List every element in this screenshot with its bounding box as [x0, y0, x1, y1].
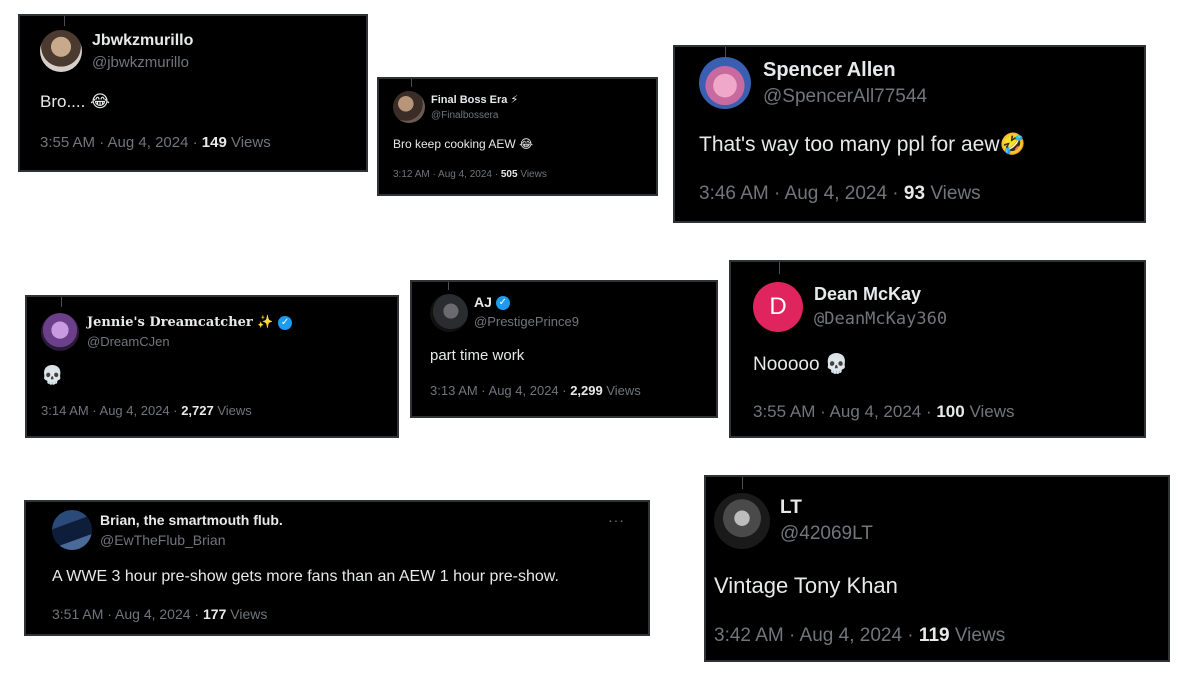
tweet-meta: 3:14 AM · Aug 4, 2024 · 2,727 Views — [41, 403, 252, 418]
user-handle[interactable]: @Finalbossera — [431, 110, 498, 121]
tweet-meta: 3:13 AM · Aug 4, 2024 · 2,299 Views — [430, 383, 641, 398]
lightning-emoji-icon: ⚡ — [510, 94, 519, 106]
display-name[interactable]: Dean McKay — [814, 284, 921, 305]
views-label: Views — [964, 402, 1015, 421]
more-options-icon[interactable]: ··· — [608, 512, 625, 528]
tweet-card-brian[interactable]: Brian, the smartmouth flub. @EwTheFlub_B… — [24, 500, 650, 636]
display-name-text: Jennie's Dreamcatcher — [87, 315, 253, 330]
display-name[interactable]: Brian, the smartmouth flub. — [100, 512, 283, 528]
skull-emoji-icon: 💀 — [41, 365, 64, 385]
divider — [448, 282, 449, 290]
divider — [725, 47, 726, 57]
user-handle[interactable]: @EwTheFlub_Brian — [100, 532, 226, 548]
user-handle[interactable]: @42069LT — [780, 523, 873, 545]
avatar[interactable] — [40, 30, 82, 72]
avatar[interactable] — [714, 493, 770, 549]
avatar[interactable] — [41, 313, 79, 351]
display-name[interactable]: Jbwkzmurillo — [92, 32, 193, 50]
view-count: 2,299 — [570, 383, 603, 398]
tweet-card-lt[interactable]: LT @42069LT Vintage Tony Khan 3:42 AM · … — [704, 475, 1170, 662]
tweet-text-content: Nooooo — [753, 354, 820, 375]
tweet-text-content: That's way too many ppl for aew — [699, 133, 1000, 156]
user-handle[interactable]: @PrestigePrince9 — [474, 314, 579, 329]
views-label: Views — [602, 383, 641, 398]
timestamp[interactable]: 3:55 AM · Aug 4, 2024 · — [753, 402, 936, 421]
tweet-text: Bro.... 😂 — [40, 92, 110, 112]
laughing-emoji-icon: 😂 — [519, 137, 534, 151]
divider — [742, 477, 743, 489]
tweet-text: Nooooo 💀 — [753, 352, 849, 376]
views-label: Views — [213, 403, 252, 418]
tweet-card-dean-mckay[interactable]: D Dean McKay @DeanMcKay360 Nooooo 💀 3:55… — [729, 260, 1146, 438]
tweet-meta: 3:46 AM · Aug 4, 2024 · 93 Views — [699, 183, 981, 205]
tweet-card-finalbossera[interactable]: Final Boss Era ⚡ @Finalbossera Bro keep … — [377, 77, 658, 196]
views-label: Views — [949, 625, 1006, 646]
view-count: 149 — [201, 134, 227, 151]
tweet-meta: 3:55 AM · Aug 4, 2024 · 149 Views — [40, 134, 271, 151]
tweet-card-dreamcjen[interactable]: Jennie's Dreamcatcher ✨ ✓ @DreamCJen 💀 3… — [25, 295, 399, 438]
display-name[interactable]: AJ ✓ — [474, 294, 510, 311]
tweet-meta: 3:42 AM · Aug 4, 2024 · 119 Views — [714, 625, 1005, 647]
tweet-text: Vintage Tony Khan — [714, 573, 898, 598]
view-count: 100 — [936, 402, 965, 421]
tweet-text: That's way too many ppl for aew🤣 — [699, 133, 1026, 157]
divider — [64, 16, 65, 26]
sparkles-emoji-icon: ✨ — [257, 315, 274, 330]
views-label: Views — [226, 134, 271, 151]
display-name[interactable]: Final Boss Era ⚡ — [431, 93, 518, 106]
timestamp[interactable]: 3:13 AM · Aug 4, 2024 · — [430, 383, 570, 398]
tweet-meta: 3:51 AM · Aug 4, 2024 · 177 Views — [52, 606, 267, 622]
view-count: 119 — [918, 625, 950, 646]
divider — [61, 297, 62, 307]
display-name-text: AJ — [474, 294, 492, 310]
avatar[interactable] — [52, 510, 92, 550]
timestamp[interactable]: 3:42 AM · Aug 4, 2024 · — [714, 625, 919, 646]
timestamp[interactable]: 3:12 AM · Aug 4, 2024 · — [393, 169, 501, 180]
display-name-text: Final Boss Era — [431, 94, 508, 106]
display-name[interactable]: LT — [780, 497, 802, 519]
user-handle[interactable]: @SpencerAll77544 — [763, 86, 927, 108]
display-name[interactable]: Spencer Allen — [763, 59, 896, 82]
tweet-card-jbwkzmurillo[interactable]: Jbwkzmurillo @jbwkzmurillo Bro.... 😂 3:5… — [18, 14, 368, 172]
view-count: 93 — [903, 183, 926, 204]
tweet-text-content: Bro keep cooking AEW — [393, 137, 516, 151]
timestamp[interactable]: 3:14 AM · Aug 4, 2024 · — [41, 403, 181, 418]
rofl-emoji-icon: 🤣 — [999, 133, 1026, 156]
laughing-emoji-icon: 😂 — [90, 92, 110, 111]
avatar[interactable] — [393, 91, 425, 123]
divider — [779, 262, 780, 274]
tweet-text-content: Bro.... — [40, 92, 86, 111]
views-label: Views — [925, 183, 981, 204]
user-handle[interactable]: @DeanMcKay360 — [814, 309, 947, 329]
tweet-meta: 3:12 AM · Aug 4, 2024 · 505 Views — [393, 169, 547, 180]
skull-emoji-icon: 💀 — [824, 354, 849, 375]
avatar[interactable]: D — [753, 282, 803, 332]
user-handle[interactable]: @DreamCJen — [87, 334, 170, 349]
view-count: 177 — [203, 606, 227, 622]
verified-badge-icon: ✓ — [495, 296, 510, 311]
tweet-text: 💀 — [41, 365, 63, 386]
view-count: 505 — [500, 169, 518, 180]
view-count: 2,727 — [181, 403, 214, 418]
tweet-text: Bro keep cooking AEW 😂 — [393, 137, 533, 151]
tweet-text: A WWE 3 hour pre-show gets more fans tha… — [52, 568, 559, 585]
tweet-meta: 3:55 AM · Aug 4, 2024 · 100 Views — [753, 402, 1014, 422]
user-handle[interactable]: @jbwkzmurillo — [92, 54, 189, 71]
timestamp[interactable]: 3:55 AM · Aug 4, 2024 · — [40, 134, 202, 151]
tweet-card-aj[interactable]: AJ ✓ @PrestigePrince9 part time work 3:1… — [410, 280, 718, 418]
display-name[interactable]: Jennie's Dreamcatcher ✨ ✓ — [87, 315, 293, 330]
timestamp[interactable]: 3:51 AM · Aug 4, 2024 · — [52, 606, 203, 622]
avatar[interactable] — [430, 294, 468, 332]
avatar[interactable] — [699, 57, 751, 109]
tweet-text: part time work — [430, 347, 525, 364]
timestamp[interactable]: 3:46 AM · Aug 4, 2024 · — [699, 183, 904, 204]
divider — [411, 79, 412, 87]
views-label: Views — [517, 169, 547, 180]
views-label: Views — [226, 606, 268, 622]
tweet-card-spencer-allen[interactable]: Spencer Allen @SpencerAll77544 That's wa… — [673, 45, 1146, 223]
avatar-letter: D — [769, 293, 787, 320]
verified-badge-icon: ✓ — [278, 315, 293, 330]
